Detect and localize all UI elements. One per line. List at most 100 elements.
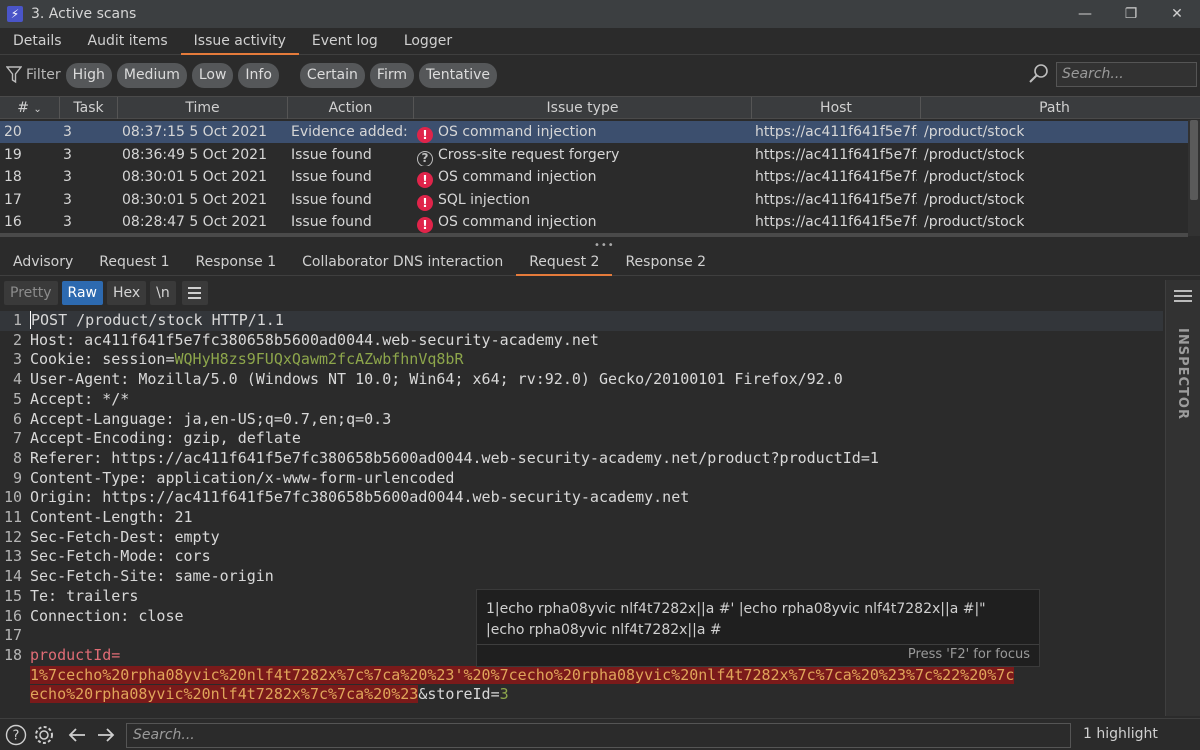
cell-path: /product/stock (924, 214, 1025, 230)
editor-search-input[interactable]: Search... (126, 723, 1071, 748)
tab-collaborator-dns[interactable]: Collaborator DNS interaction (289, 249, 516, 276)
tab-request-2[interactable]: Request 2 (516, 249, 613, 276)
filter-firm-button[interactable]: Firm (369, 62, 414, 88)
line-number: 13 (3, 547, 22, 566)
cell-issue-type: ! SQL injection (417, 189, 530, 211)
line-content: Content-Type: application/x-www-form-url… (30, 469, 454, 489)
line-number: 9 (12, 468, 22, 487)
tab-event-log[interactable]: Event log (299, 28, 391, 55)
tab-request-1[interactable]: Request 1 (86, 249, 182, 276)
title-bar: ⚡ 3. Active scans — ❐ ✕ (0, 0, 1200, 28)
header-value: ja,en-US;q=0.7,en;q=0.3 (174, 409, 392, 428)
settings-gear-icon[interactable] (32, 723, 56, 747)
tab-response-1[interactable]: Response 1 (183, 249, 290, 276)
line-content: Accept-Encoding: gzip, deflate (30, 429, 301, 449)
table-horizontal-scrollbar[interactable] (0, 233, 1188, 237)
column-header-issue-type[interactable]: Issue type (414, 97, 752, 119)
close-icon[interactable]: ✕ (1154, 0, 1200, 28)
forward-arrow-icon[interactable] (94, 723, 118, 747)
column-header-number[interactable]: # ⌄ (0, 97, 60, 119)
tab-advisory[interactable]: Advisory (0, 249, 86, 276)
tab-response-2[interactable]: Response 2 (612, 249, 719, 276)
tab-audit-items[interactable]: Audit items (75, 28, 181, 55)
table-row[interactable]: 18 3 08:30:01 5 Oct 2021 Issue found ! OS… (0, 166, 1188, 188)
filter-icon[interactable] (6, 65, 22, 85)
cell-path: /product/stock (924, 124, 1025, 140)
cell-time: 08:30:01 5 Oct 2021 (122, 169, 267, 185)
line-number: 6 (12, 409, 22, 428)
filter-medium-button[interactable]: Medium (116, 62, 187, 88)
column-header-action[interactable]: Action (288, 97, 414, 119)
editor-menu-icon[interactable] (181, 281, 208, 305)
header-name: Referer: (30, 448, 103, 467)
line-content: Accept-Language: ja,en-US;q=0.7,en;q=0.3 (30, 410, 391, 430)
line-content: Referer: https://ac411f641f5e7fc380658b5… (30, 449, 879, 469)
line-content: echo%20rpha08yvic%20nlf4t7282x%7c%7ca%20… (30, 685, 509, 705)
hex-button[interactable]: Hex (106, 281, 147, 305)
injected-payload-highlight: 1%7cecho%20rpha08yvic%20nlf4t7282x%7c%7c… (30, 665, 1015, 684)
cookie-value: WQHyH8zs9FUQxQawm2fcAZwbfhnVq8bR (174, 350, 464, 369)
line-number: 18 (3, 645, 22, 664)
header-name: Origin: (30, 488, 94, 507)
header-name: Sec-Fetch-Mode: (30, 547, 166, 566)
table-row[interactable]: 16 3 08:28:47 5 Oct 2021 Issue found ! OS… (0, 211, 1188, 233)
header-name: Accept: (30, 389, 94, 408)
header-value: */* (93, 389, 130, 408)
header-value: empty (165, 527, 220, 546)
body-param-value: 3 (499, 685, 509, 704)
issue-type-label: OS command injection (438, 169, 597, 185)
tab-issue-activity[interactable]: Issue activity (180, 28, 299, 55)
header-value: trailers (57, 586, 139, 605)
table-row[interactable]: 20 3 08:37:15 5 Oct 2021 Evidence added:… (0, 121, 1188, 143)
filter-certain-button[interactable]: Certain (299, 62, 365, 88)
cookie-key: session= (93, 350, 175, 369)
newline-toggle-button[interactable]: \n (150, 281, 176, 305)
cell-task: 3 (63, 214, 72, 230)
help-icon[interactable]: ? (4, 723, 28, 747)
header-name: Sec-Fetch-Site: (30, 567, 166, 586)
back-arrow-icon[interactable] (65, 723, 89, 747)
header-name: Accept-Language: (30, 409, 175, 428)
cell-time: 08:28:47 5 Oct 2021 (122, 214, 267, 230)
line-content: Origin: https://ac411f641f5e7fc380658b56… (30, 488, 689, 508)
inspector-label[interactable]: INSPECTOR (1175, 328, 1190, 420)
cell-host: https://ac411f641f5e7f... (755, 124, 917, 140)
filter-low-button[interactable]: Low (191, 62, 234, 88)
line-number: 5 (12, 389, 22, 408)
line-content: Host: ac411f641f5e7fc380658b5600ad0044.w… (30, 331, 599, 351)
line-number: 12 (3, 527, 22, 546)
cell-task: 3 (63, 146, 72, 163)
table-row[interactable]: 17 3 08:30:01 5 Oct 2021 Issue found ! SQ… (0, 189, 1188, 211)
inspector-menu-icon[interactable] (1174, 290, 1192, 302)
line-number: 11 (3, 508, 22, 526)
filter-search-input[interactable]: Search... (1056, 62, 1197, 87)
filter-info-button[interactable]: Info (238, 62, 279, 88)
filter-high-button[interactable]: High (65, 62, 112, 88)
table-row[interactable]: 19 3 08:36:49 5 Oct 2021 Issue found ? Cr… (0, 144, 1188, 166)
header-name: Host: (30, 330, 76, 349)
injected-payload-highlight: echo%20rpha08yvic%20nlf4t7282x%7c%7ca%20… (30, 685, 419, 704)
header-value: 21 (165, 508, 193, 526)
burp-app-icon: ⚡ (7, 6, 23, 22)
restore-icon[interactable]: ❐ (1108, 0, 1154, 28)
column-header-task[interactable]: Task (60, 97, 118, 119)
line-content: Cookie: session=WQHyH8zs9FUQxQawm2fcAZwb… (30, 350, 463, 370)
scrollbar-thumb[interactable] (1190, 120, 1198, 200)
header-name: Connection: (30, 606, 130, 625)
search-icon[interactable] (1028, 63, 1050, 85)
column-header-time[interactable]: Time (118, 97, 288, 119)
line-content: Accept: */* (30, 390, 129, 410)
raw-button[interactable]: Raw (61, 281, 103, 305)
column-header-path[interactable]: Path (921, 97, 1188, 119)
filter-tentative-button[interactable]: Tentative (418, 62, 497, 88)
table-vertical-scrollbar[interactable] (1188, 120, 1200, 236)
tab-logger[interactable]: Logger (391, 28, 465, 55)
column-header-host[interactable]: Host (752, 97, 921, 119)
filter-label: Filter (26, 67, 61, 83)
tab-details[interactable]: Details (0, 28, 75, 55)
minimize-icon[interactable]: — (1062, 0, 1108, 28)
cell-number: 18 (4, 169, 22, 185)
pretty-button[interactable]: Pretty (4, 281, 58, 305)
issue-type-label: OS command injection (438, 214, 597, 230)
inspector-panel[interactable]: INSPECTOR (1165, 280, 1200, 716)
